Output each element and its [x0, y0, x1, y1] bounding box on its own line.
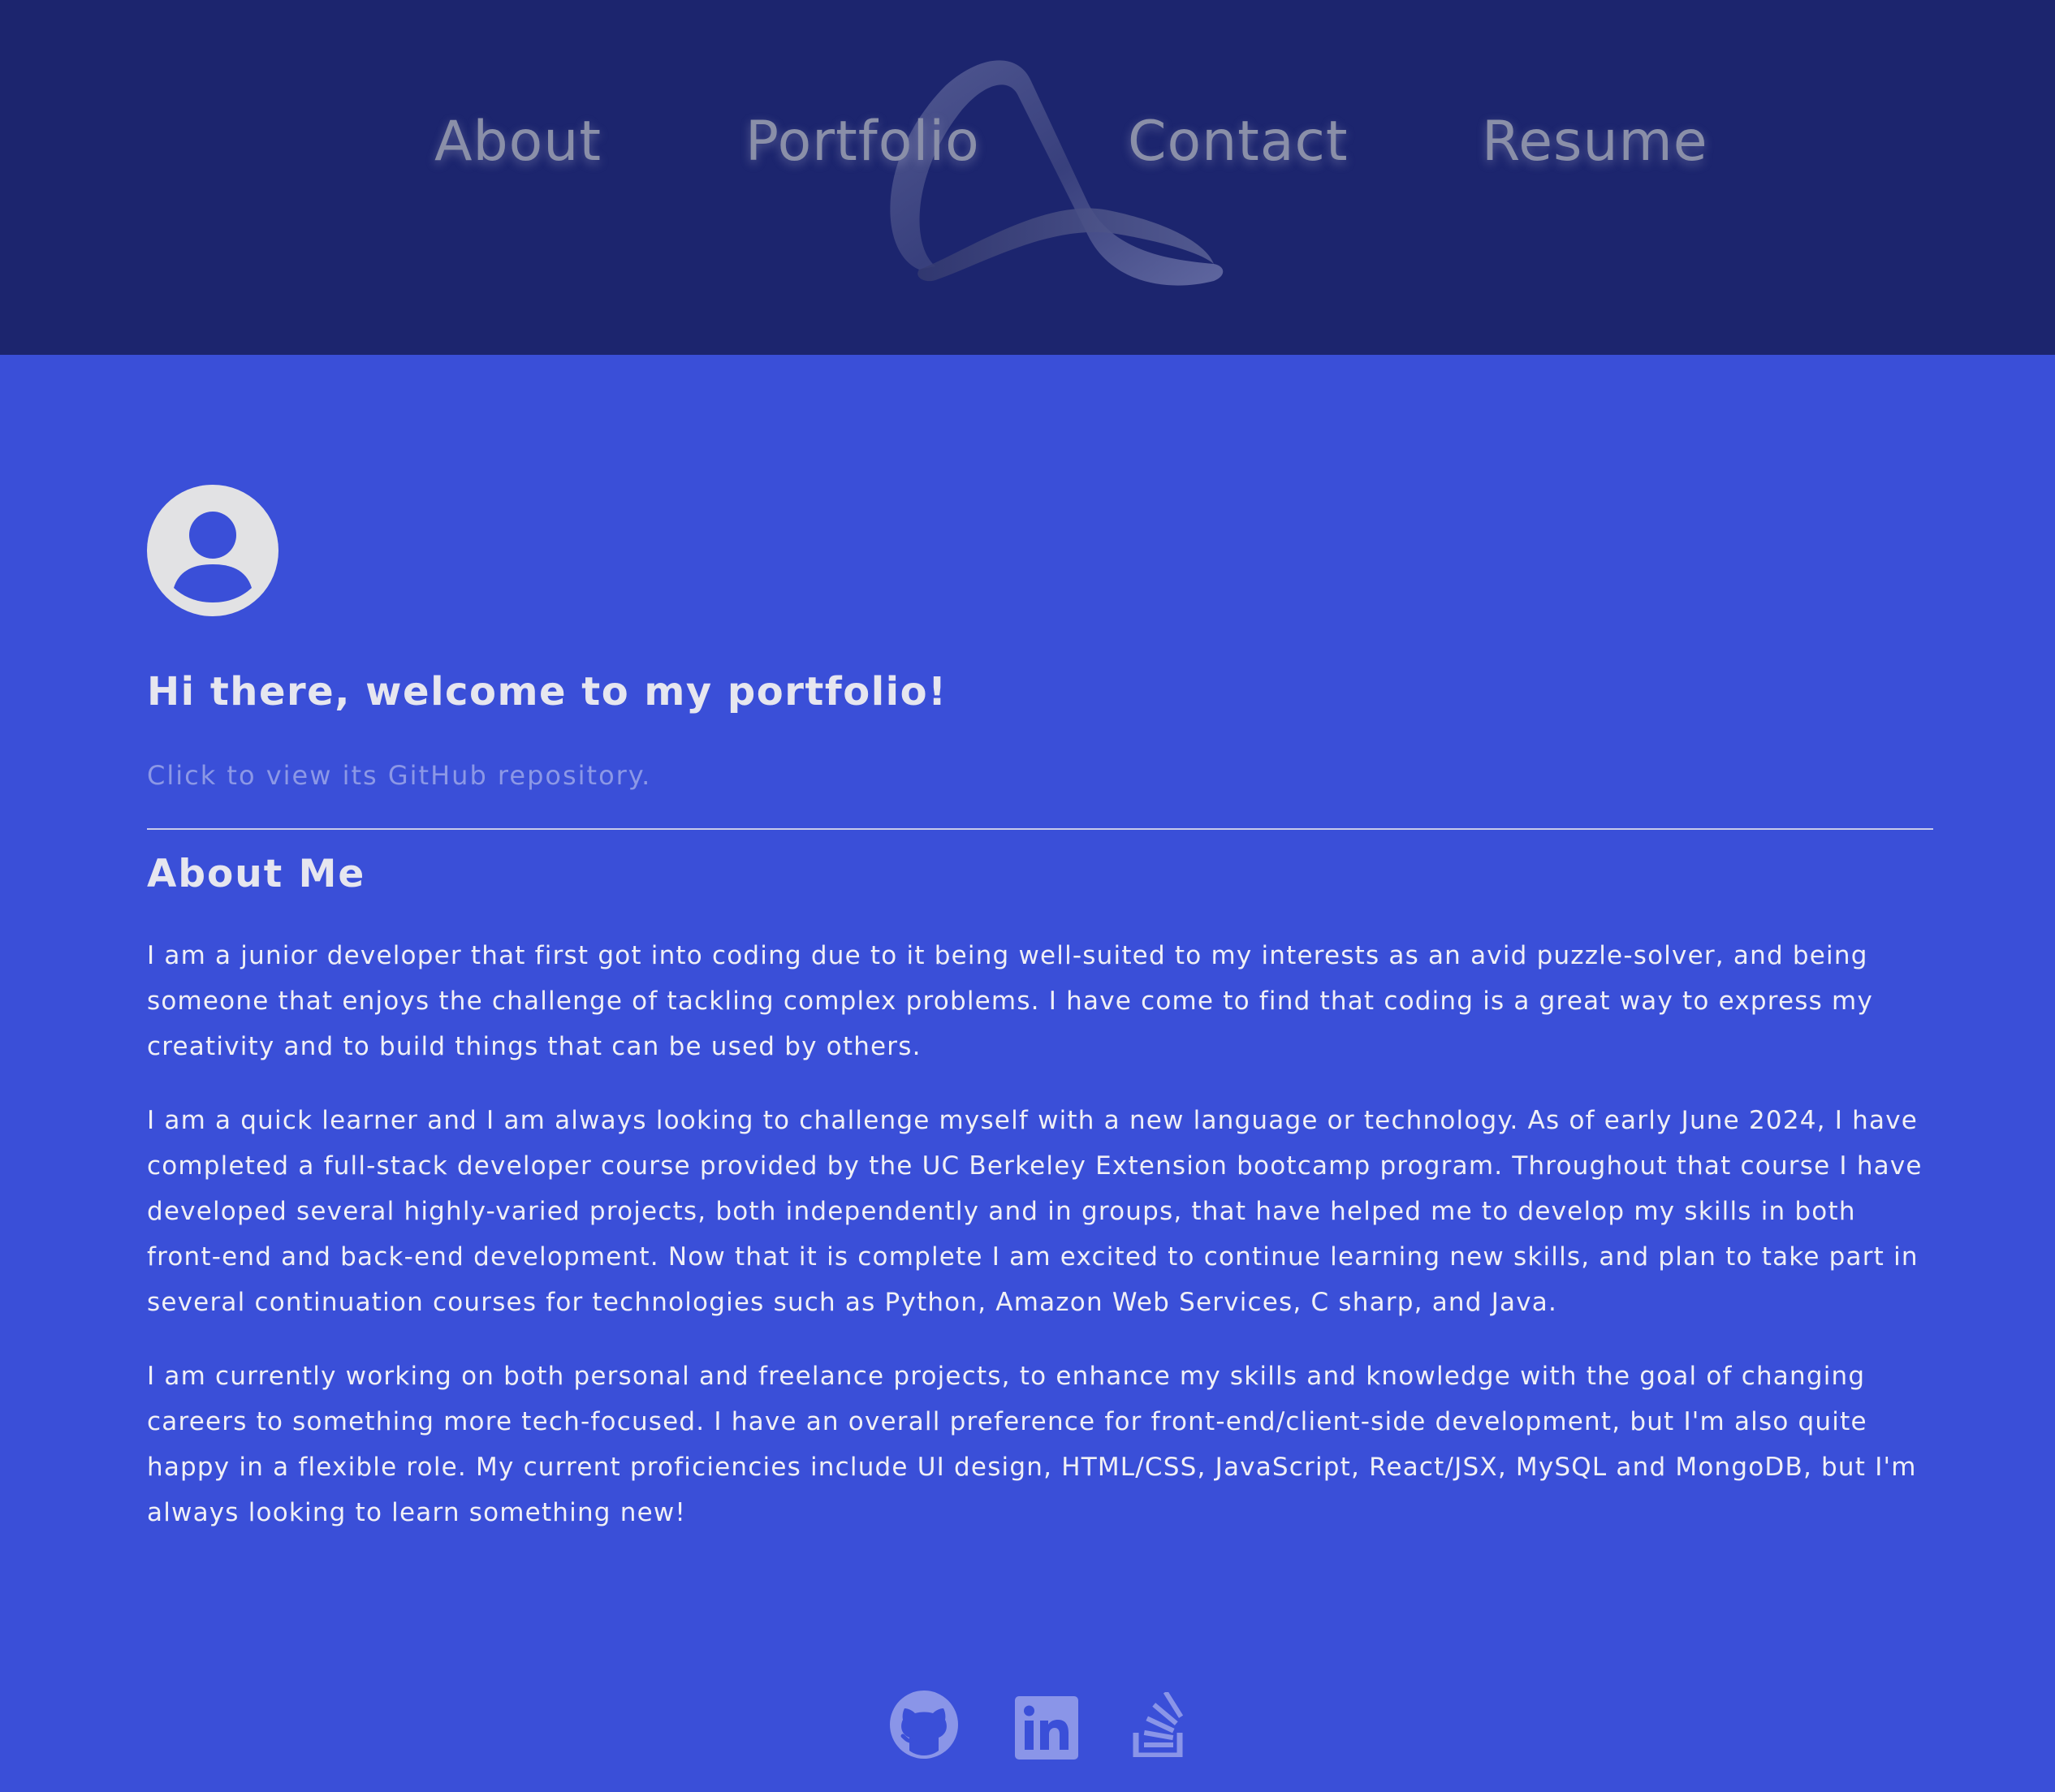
avatar-user-icon [147, 485, 278, 616]
about-paragraph: I am a quick learner and I am always loo… [147, 1106, 1923, 1317]
linkedin-icon [1015, 1696, 1078, 1760]
github-repo-link[interactable]: Click to view its GitHub repository. [147, 759, 651, 792]
github-link[interactable] [890, 1689, 958, 1760]
page-title: Hi there, welcome to my portfolio! [147, 669, 948, 715]
stackoverflow-link[interactable] [1133, 1691, 1186, 1759]
section-divider [147, 828, 1933, 830]
main-nav: About Portfolio Contact Resume [0, 101, 2055, 183]
top-header: About Portfolio Contact Resume [0, 0, 2055, 355]
nav-link-portfolio[interactable]: Portfolio [745, 101, 980, 183]
about-paragraph: I am currently working on both personal … [147, 1362, 1917, 1527]
nav-link-about[interactable]: About [434, 101, 602, 183]
nav-link-contact[interactable]: Contact [1128, 101, 1349, 183]
nav-link-resume[interactable]: Resume [1482, 101, 1708, 183]
about-paragraph: I am a junior developer that first got i… [147, 941, 1874, 1061]
about-me-heading: About Me [147, 852, 366, 896]
github-icon [890, 1691, 958, 1759]
page: About Portfolio Contact Resume Hi there,… [0, 0, 2055, 1792]
social-footer [0, 1689, 2055, 1770]
linkedin-link[interactable] [1015, 1696, 1078, 1760]
stackoverflow-icon [1133, 1691, 1184, 1759]
